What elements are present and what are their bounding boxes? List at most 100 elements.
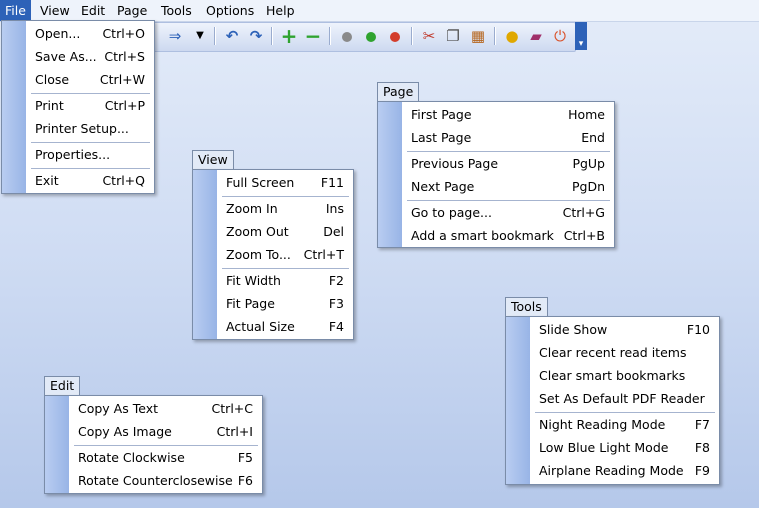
green-dot-icon[interactable] [361,26,381,46]
menu-item-label: Fit Width [226,273,281,288]
menubar-help[interactable]: Help [261,0,300,21]
dropdown-arrow-icon[interactable]: ▼ [190,26,210,46]
toolbar-separator [271,27,273,45]
view-menu-title[interactable]: View [192,150,234,169]
menu-item-clear-recent[interactable]: Clear recent read items [539,341,710,364]
menu-item-label: Last Page [411,130,472,145]
menu-item-shortcut: Ctrl+P [104,98,145,113]
menu-item-properties[interactable]: Properties... [35,143,145,166]
menu-item-last-page[interactable]: Last Page End [411,126,605,149]
menubar-tools[interactable]: Tools [156,0,197,21]
menu-item-rotate-counterclockwise[interactable]: Rotate Counterclosewise F6 [78,469,253,492]
page-menu: First Page Home Last Page End Previous Pag… [377,101,615,248]
menu-item-shortcut: Ctrl+S [104,49,145,64]
redo-icon[interactable]: ↷ [246,26,266,46]
menu-item-label: Open... [35,26,81,41]
menu-item-label: Full Screen [226,175,295,190]
menu-item-first-page[interactable]: First Page Home [411,103,605,126]
undo-icon[interactable]: ↶ [222,26,242,46]
menu-item-airplane-reading[interactable]: Airplane Reading Mode F9 [539,459,710,482]
menu-item-open[interactable]: Open... Ctrl+O [35,22,145,45]
menu-item-clear-bookmarks[interactable]: Clear smart bookmarks [539,364,710,387]
edit-menu-title[interactable]: Edit [44,376,81,395]
menu-item-shortcut: F5 [237,450,253,465]
menu-item-printer-setup[interactable]: Printer Setup... [35,117,145,140]
menu-item-zoom-out[interactable]: Zoom Out Del [226,220,344,243]
menu-item-print[interactable]: Print Ctrl+P [35,94,145,117]
menu-item-label: Slide Show [539,322,608,337]
book-icon[interactable]: ▰ [526,26,546,46]
menu-item-night-reading[interactable]: Night Reading Mode F7 [539,413,710,436]
toolbar-separator [214,27,216,45]
scissors-icon[interactable]: ✂ [419,26,439,46]
chart-icon[interactable]: ▦ [468,26,488,46]
lightbulb-icon[interactable]: ● [502,26,522,46]
menu-item-next-page[interactable]: Next Page PgDn [411,175,605,198]
menu-item-low-blue-light[interactable]: Low Blue Light Mode F8 [539,436,710,459]
menu-item-shortcut: F9 [694,463,710,478]
menu-item-shortcut: Ctrl+O [102,26,145,41]
tools-menu: Slide Show F10 Clear recent read items Cl… [505,316,720,485]
menu-item-shortcut: Ctrl+I [216,424,253,439]
zoom-in-plus-icon[interactable]: + [279,26,299,46]
zoom-out-minus-icon[interactable]: − [303,26,323,46]
menu-item-label: Properties... [35,147,111,162]
forward-arrow-icon[interactable]: ⇒ [165,26,185,46]
menu-item-go-to-page[interactable]: Go to page... Ctrl+G [411,201,605,224]
menu-item-save-as[interactable]: Save As... Ctrl+S [35,45,145,68]
menu-item-label: Zoom In [226,201,278,216]
menu-item-fit-width[interactable]: Fit Width F2 [226,269,344,292]
menu-item-set-default-reader[interactable]: Set As Default PDF Reader [539,387,710,410]
power-icon[interactable]: ⏻ [550,26,570,46]
menu-item-label: Fit Page [226,296,275,311]
menubar-view[interactable]: View [35,0,75,21]
toolbar-separator [494,27,496,45]
menu-icon-strip [506,317,530,484]
gray-dot-icon[interactable] [337,26,357,46]
menu-item-zoom-to[interactable]: Zoom To... Ctrl+T [226,243,344,266]
menu-item-slide-show[interactable]: Slide Show F10 [539,318,710,341]
menu-icon-strip [2,21,26,193]
menu-item-label: Print [35,98,64,113]
menu-item-shortcut: End [581,130,605,145]
menu-item-label: Set As Default PDF Reader [539,391,705,406]
menu-item-shortcut: Home [568,107,605,122]
menubar-edit[interactable]: Edit [76,0,110,21]
menu-item-copy-as-text[interactable]: Copy As Text Ctrl+C [78,397,253,420]
copy-icon[interactable]: ❐ [443,26,463,46]
page-menu-title[interactable]: Page [377,82,420,101]
menu-item-label: Save As... [35,49,97,64]
toolbar-overflow-chevron-icon[interactable]: ▾ [575,22,587,50]
menu-item-zoom-in[interactable]: Zoom In Ins [226,197,344,220]
menu-item-shortcut: Ctrl+T [303,247,344,262]
menu-item-label: Low Blue Light Mode [539,440,669,455]
toolbar-separator [329,27,331,45]
menu-item-shortcut: Ctrl+C [211,401,253,416]
menu-item-label: First Page [411,107,472,122]
menu-item-label: Copy As Image [78,424,172,439]
menu-item-previous-page[interactable]: Previous Page PgUp [411,152,605,175]
menu-item-shortcut: F11 [320,175,344,190]
menu-item-label: Printer Setup... [35,121,129,136]
tools-menu-title[interactable]: Tools [505,297,548,316]
menu-item-shortcut: F2 [328,273,344,288]
menu-bar: File View Edit Page Tools Options Help [0,0,759,22]
menu-item-shortcut: F4 [328,319,344,334]
menu-item-close[interactable]: Close Ctrl+W [35,68,145,91]
menu-item-actual-size[interactable]: Actual Size F4 [226,315,344,338]
menu-item-add-smart-bookmark[interactable]: Add a smart bookmark Ctrl+B [411,224,605,247]
menubar-page[interactable]: Page [112,0,152,21]
red-dot-icon[interactable] [385,26,405,46]
menubar-options[interactable]: Options [201,0,259,21]
menu-item-label: Copy As Text [78,401,158,416]
menubar-file[interactable]: File [0,0,31,21]
menu-item-exit[interactable]: Exit Ctrl+Q [35,169,145,192]
menu-item-copy-as-image[interactable]: Copy As Image Ctrl+I [78,420,253,443]
menu-item-rotate-clockwise[interactable]: Rotate Clockwise F5 [78,446,253,469]
menu-item-shortcut: F3 [328,296,344,311]
menu-item-full-screen[interactable]: Full Screen F11 [226,171,344,194]
menu-item-label: Next Page [411,179,475,194]
menu-item-label: Zoom Out [226,224,289,239]
menu-item-fit-page[interactable]: Fit Page F3 [226,292,344,315]
menu-item-label: Actual Size [226,319,295,334]
